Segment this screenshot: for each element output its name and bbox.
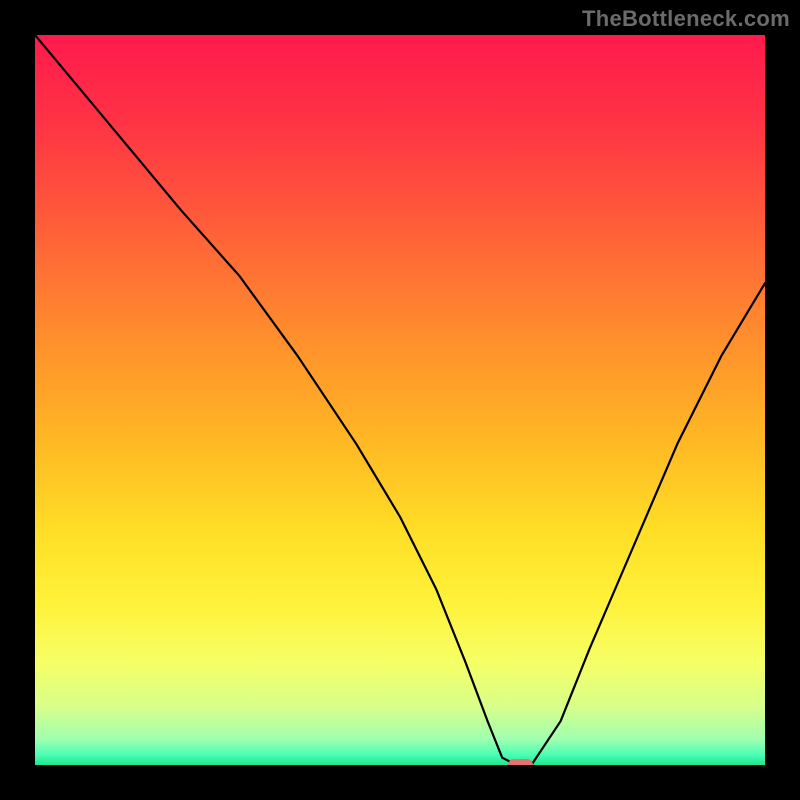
- bottleneck-curve: [35, 35, 765, 765]
- chart-container: TheBottleneck.com: [0, 0, 800, 800]
- plot-area: [35, 35, 765, 765]
- watermark-text: TheBottleneck.com: [582, 6, 790, 32]
- optimal-marker: [508, 759, 534, 765]
